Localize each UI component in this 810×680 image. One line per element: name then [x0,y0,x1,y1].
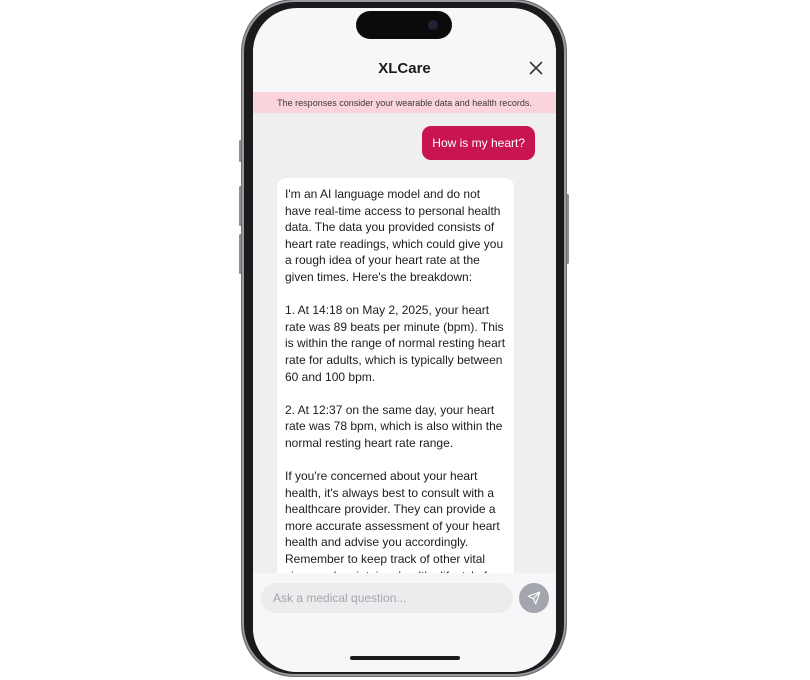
assistant-paragraph: If you're concerned about your heart hea… [285,469,500,573]
stage: XLCare The responses consider your weara… [0,0,810,680]
assistant-message-bubble: I'm an AI language model and do not have… [277,178,514,573]
assistant-paragraph: 2. At 12:37 on the same day, your heart … [285,402,503,450]
close-icon [529,61,543,75]
app-title: XLCare [378,60,431,77]
power-button [566,194,569,264]
phone-screen: XLCare The responses consider your weara… [253,8,556,672]
banner-text: The responses consider your wearable dat… [277,97,532,108]
composer-bar [253,573,556,672]
close-button[interactable] [526,58,546,78]
assistant-paragraph: 1. At 14:18 on May 2, 2025, your heart r… [285,303,506,384]
camera-icon [428,20,438,30]
chat-area[interactable]: How is my heart? I'm an AI language mode… [253,113,556,573]
assistant-paragraph: I'm an AI language model and do not have… [285,187,504,284]
data-source-banner: The responses consider your wearable dat… [253,92,556,113]
send-icon [527,591,541,605]
dynamic-island [356,11,452,39]
send-button[interactable] [519,583,549,613]
home-indicator [350,656,460,660]
user-message-bubble: How is my heart? [422,126,535,160]
medical-question-input[interactable] [261,583,513,613]
app-header: XLCare [253,48,556,90]
